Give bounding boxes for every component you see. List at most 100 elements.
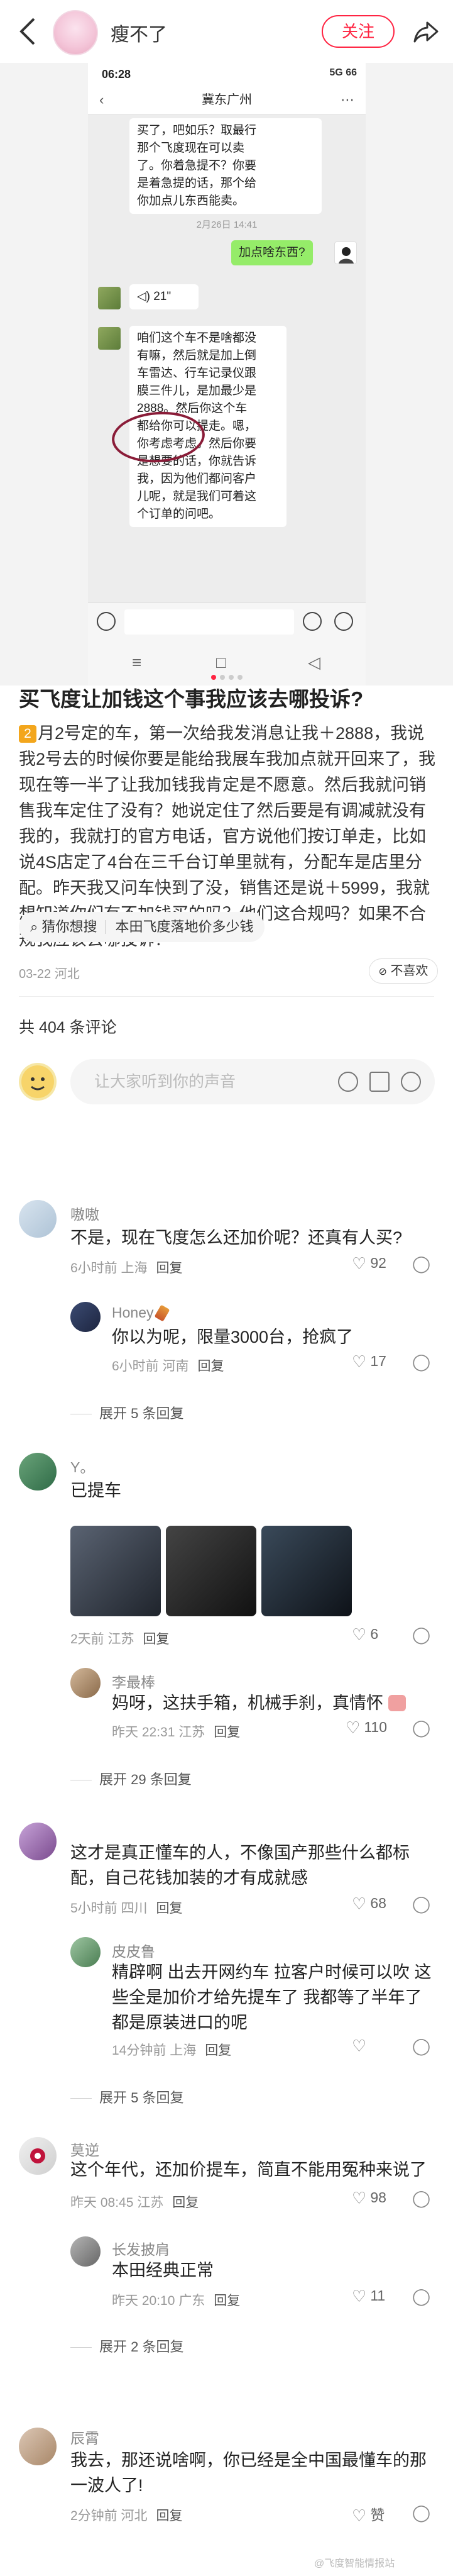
comment-time-location: 6小时前 上海 [70,1261,148,1275]
commenter-name[interactable]: 李最棒 [112,1670,155,1692]
author-avatar[interactable] [53,10,98,55]
divider [19,996,434,997]
like-count: 110 [364,1719,387,1735]
chat-text-box [124,609,294,635]
emoji-icon [388,1695,406,1711]
chat-timestamp: 2月26日 14:41 [196,219,258,230]
like-button[interactable]: ♡ 98 [352,2189,386,2208]
like-button[interactable]: ♡ 68 [352,1894,386,1914]
comment-time-location: 5小时前 四川 [70,1901,148,1916]
commenter-name[interactable]: 皮皮鲁 [112,1940,155,1961]
voice-message: ◁) 21" [129,284,199,309]
comment-text: 我去，那还说啥啊，你已经是全中国最懂车的那一波人了! [70,2451,427,2495]
follow-button[interactable]: 关注 [322,15,395,48]
contact-avatar [98,327,121,350]
commenter-name[interactable]: 嗷嗷 [70,1202,99,1224]
chat-more-icon: ⋯ [341,92,354,108]
like-button[interactable]: ♡ 110 [346,1718,387,1738]
commenter-name[interactable]: 莫逆 [70,2138,99,2160]
reply-button[interactable]: 回复 [156,2509,183,2523]
like-button[interactable]: ♡ 11 [352,2287,385,2306]
commenter-name[interactable]: 长发披肩 [112,2238,170,2259]
reply-button[interactable]: 回复 [214,2294,240,2308]
reply-button[interactable]: 回复 [143,1632,170,1646]
comment-time-location: 昨天 08:45 江苏 [70,2196,164,2210]
comment-time-location: 昨天 20:10 广东 [112,2294,205,2308]
comment-reply-icon[interactable]: ◯ [412,2287,430,2306]
dislike-button[interactable]: ⊘ 不喜欢 [369,958,438,984]
commenter-avatar[interactable] [19,2137,57,2175]
expand-replies[interactable]: 展开 5 条回复 [70,2087,183,2107]
like-button[interactable]: ♡ 6 [352,1625,378,1645]
expand-replies[interactable]: 展开 5 条回复 [70,1402,183,1423]
comment-reply-icon[interactable]: ◯ [412,1625,430,1645]
commenter-avatar[interactable] [70,2236,101,2267]
commenter-name[interactable]: 辰霄 [70,2426,99,2448]
like-button[interactable]: ♡ 赞 [352,2503,385,2526]
commenter-avatar[interactable] [19,1453,57,1491]
comment-meta: 5小时前 四川 回复 [70,1898,183,1917]
emoji-icon[interactable] [401,1072,421,1092]
like-button[interactable]: ♡ 17 [352,1352,386,1372]
reply-button[interactable]: 回复 [172,2196,199,2210]
post-image[interactable]: 06:28 5G 66 ‹ 冀东广州 ⋯ 买了，吧如乐？取最行 那个飞度现在可以… [0,63,453,686]
reply-button[interactable]: 回复 [156,1901,183,1916]
reply-text: 精辟啊 出去开网约车 拉客户时候可以吹 这些全是加价才给先提车了 我都等了半年了… [112,1963,432,2032]
comment-reply-icon[interactable]: ◯ [412,1254,430,1274]
like-button[interactable]: ♡ [352,2036,366,2056]
comment-time-location: 2天前 江苏 [70,1632,134,1646]
like-button[interactable]: ♡ 92 [352,1254,386,1274]
contact-avatar [98,287,121,309]
comment-reply-icon[interactable]: ◯ [412,2189,430,2208]
my-chat-avatar [334,242,357,264]
comment-count: 共 404 条评论 [19,1019,117,1036]
number-emoji: 2 [19,725,36,743]
page-dot-active [210,675,216,680]
commenter-avatar[interactable] [70,1668,101,1698]
image-icon[interactable] [369,1072,390,1092]
author-name[interactable]: 瘦不了 [111,19,167,47]
search-suggestion[interactable]: ⌕ 猜你想搜 本田飞度落地价多少钱 [19,912,265,942]
comment-reply-icon[interactable]: ◯ [412,2036,430,2056]
reply-button[interactable]: 回复 [214,1725,240,1740]
comment-reply-icon[interactable]: ◯ [412,1718,430,1738]
watermark: @飞度智能情报站 [314,2558,395,2569]
comment-meta: 2天前 江苏 回复 [70,1629,170,1648]
commenter-name[interactable]: Y。 [70,1455,94,1477]
mention-icon[interactable] [338,1072,358,1092]
back-arrow-icon[interactable] [16,15,41,48]
share-icon[interactable] [412,18,440,45]
like-count: 赞 [370,2507,385,2523]
comment-photo[interactable] [261,1526,352,1616]
comment-reply-icon[interactable]: ◯ [412,1894,430,1914]
comment-photo[interactable] [70,1526,161,1616]
commenter-avatar[interactable] [19,1200,57,1238]
nav-back-icon: ◁ [308,653,320,672]
commenter-avatar[interactable] [70,1302,101,1332]
comment-reply-icon[interactable]: ◯ [412,1352,430,1372]
reply-button[interactable]: 回复 [156,1261,183,1275]
commenter-avatar[interactable] [19,2428,57,2465]
reply-text: 本田经典正常 [112,2258,426,2283]
comment-time-location: 2分钟前 河北 [70,2509,148,2523]
status-time: 06:28 [102,68,131,80]
comment-text: 这个年代，还加价提车，简直不能用冤种来说了 [70,2160,427,2179]
comment-reply-icon[interactable]: ◯ [412,2503,430,2523]
expand-replies[interactable]: 展开 2 条回复 [70,2336,183,2356]
commenter-avatar[interactable] [19,1823,57,1860]
comment-meta: 14分钟前 上海 回复 [112,2040,231,2059]
chat-screenshot: 06:28 5G 66 ‹ 冀东广州 ⋯ 买了，吧如乐？取最行 那个飞度现在可以… [88,63,366,686]
comment-text: 这才是真正懂车的人，不像国产那些什么都标配，自己花钱加装的才有成就感 [70,1843,410,1887]
reply-button[interactable]: 回复 [205,2043,231,2058]
commenter-avatar[interactable] [70,1937,101,1967]
comment-photo[interactable] [166,1526,256,1616]
expand-replies[interactable]: 展开 29 条回复 [70,1768,192,1789]
nav-home-icon: □ [216,653,226,672]
commenter-name[interactable]: Honey [112,1304,170,1322]
like-count: 6 [370,1626,379,1642]
like-count: 92 [370,1255,386,1271]
chat-title-bar: ‹ 冀东广州 ⋯ [88,86,366,114]
reply-button[interactable]: 回复 [198,1359,224,1374]
comment-input[interactable]: 让大家听到你的声音 [70,1059,435,1104]
phone-status-bar: 06:28 5G 66 [88,63,366,86]
